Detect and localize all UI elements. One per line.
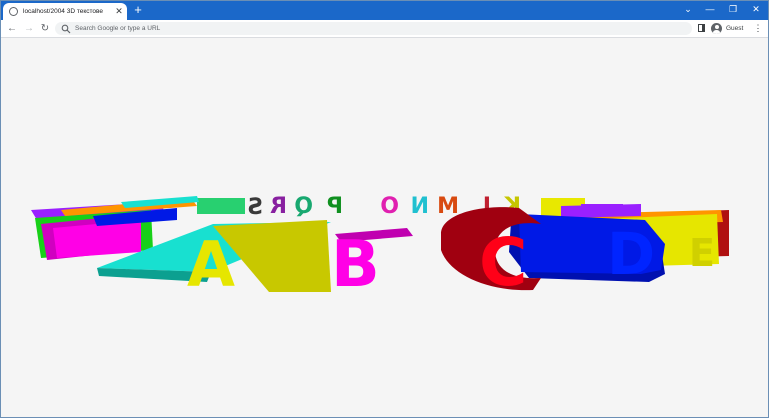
browser-window: localhost/2004 3D текстове ✕ + ⌄ — ❐ ✕ ←… (0, 0, 769, 418)
letter-c: C (479, 224, 527, 301)
tab-search-chevron-icon[interactable]: ⌄ (677, 1, 699, 17)
reload-button[interactable]: ↻ (38, 20, 52, 37)
letter-r: R (270, 194, 287, 219)
tab-title: localhost/2004 3D текстове (23, 8, 104, 15)
minimize-button[interactable]: — (699, 1, 721, 17)
letter-o: O (380, 194, 399, 219)
letter-p: P (327, 194, 343, 219)
letter-c-group: C (441, 207, 541, 301)
window-close-button[interactable]: ✕ (745, 1, 767, 17)
profile-button[interactable]: Guest (711, 21, 743, 36)
letter-q: Q (294, 194, 313, 219)
forward-button[interactable]: → (22, 20, 36, 37)
letter-d-group: D (509, 214, 665, 288)
browser-toolbar: ← → ↻ Search Google or type a URL Guest … (1, 20, 768, 38)
letter-e: E (689, 231, 715, 275)
menu-icon[interactable]: ⋮ (753, 20, 763, 37)
letter-a: A (187, 228, 235, 301)
letter-n: N (411, 194, 429, 219)
back-button[interactable]: ← (5, 20, 19, 37)
search-icon (61, 24, 71, 33)
letter-d: D (607, 220, 655, 288)
3d-letter-carousel[interactable]: K L M N O P Q R S E D C B A (1, 38, 768, 417)
letter-m: M (437, 194, 459, 219)
new-tab-button[interactable]: + (131, 3, 145, 17)
globe-icon (9, 7, 18, 16)
tab-close-icon[interactable]: ✕ (113, 6, 125, 17)
page-viewport: K L M N O P Q R S E D C B A (1, 38, 768, 417)
address-bar-placeholder: Search Google or type a URL (75, 25, 161, 32)
browser-tab[interactable]: localhost/2004 3D текстове ✕ (3, 3, 127, 20)
letter-b: B (331, 228, 380, 302)
address-bar[interactable]: Search Google or type a URL (55, 22, 692, 35)
title-bar: localhost/2004 3D текстове ✕ + ⌄ — ❐ ✕ (1, 1, 768, 20)
letter-s: S (247, 195, 263, 220)
back-slab-green (197, 198, 245, 214)
side-panel-icon[interactable] (698, 24, 705, 32)
letter-b-group: B (331, 228, 413, 302)
restore-button[interactable]: ❐ (722, 1, 744, 17)
avatar-icon (711, 23, 722, 34)
profile-name: Guest (726, 25, 744, 32)
